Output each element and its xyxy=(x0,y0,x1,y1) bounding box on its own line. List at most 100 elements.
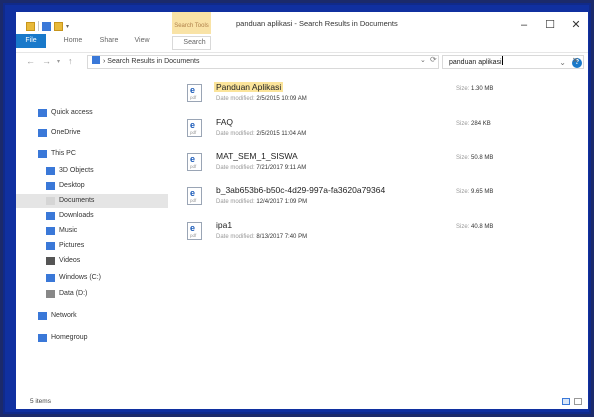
drive-icon xyxy=(46,274,55,282)
explorer-window: ▾ Search Tools panduan aplikasi - Search… xyxy=(16,12,588,409)
customize-dropdown-icon[interactable]: ▾ xyxy=(66,23,69,30)
nav-item-documents[interactable]: Documents xyxy=(16,194,168,208)
forward-arrow-icon[interactable]: → xyxy=(42,56,51,66)
edge-logo-icon: e xyxy=(190,188,196,198)
nav-item-windows-c[interactable]: Windows (C:) xyxy=(16,271,168,285)
nav-item-homegroup[interactable]: Homegroup xyxy=(16,331,168,345)
search-input[interactable]: panduan aplikasi xyxy=(442,55,584,69)
nav-item-label: 3D Objects xyxy=(59,167,94,174)
nav-item-onedrive[interactable]: OneDrive xyxy=(16,126,168,140)
up-arrow-icon[interactable]: ↑ xyxy=(68,56,73,66)
file-date-modified: Date modified: 8/13/2017 7:40 PM xyxy=(216,234,307,240)
file-icon-caption: pdf xyxy=(190,198,197,203)
file-date-modified: Date modified: 2/5/2015 10:09 AM xyxy=(216,96,307,102)
large-icons-view-icon[interactable] xyxy=(574,398,582,405)
address-bar[interactable]: › Search Results in Documents xyxy=(87,55,439,69)
star-icon xyxy=(38,109,47,117)
window-title: panduan aplikasi - Search Results in Doc… xyxy=(236,19,398,28)
search-input-value: panduan aplikasi xyxy=(449,59,502,66)
date-modified-label: Date modified: xyxy=(216,165,255,171)
file-date-modified: Date modified: 2/5/2015 11:04 AM xyxy=(216,131,306,137)
network-icon xyxy=(38,312,47,320)
quick-access-toolbar: ▾ xyxy=(26,20,69,32)
nav-item-music[interactable]: Music xyxy=(16,224,168,238)
file-icon-caption: pdf xyxy=(190,233,197,238)
view-switcher xyxy=(562,398,582,405)
download-icon xyxy=(46,212,55,220)
nav-item-this-pc[interactable]: This PC xyxy=(16,147,168,161)
nav-item-3d-objects[interactable]: 3D Objects xyxy=(16,164,168,178)
nav-item-label: This PC xyxy=(51,150,76,157)
nav-item-quick-access[interactable]: Quick access xyxy=(16,106,168,120)
properties-icon[interactable] xyxy=(42,21,51,31)
new-folder-icon[interactable] xyxy=(54,21,63,31)
pdf-file-icon: e pdf xyxy=(187,187,202,205)
file-name[interactable]: MAT_SEM_1_SISWA xyxy=(216,151,298,161)
details-view-icon[interactable] xyxy=(562,398,570,405)
clear-search-icon[interactable]: ✕ xyxy=(572,56,579,65)
edge-logo-icon: e xyxy=(190,154,196,164)
cube-icon xyxy=(46,167,55,175)
file-name[interactable]: Panduan Aplikasi xyxy=(214,82,284,92)
nav-item-label: Pictures xyxy=(59,242,85,249)
nav-item-pictures[interactable]: Pictures xyxy=(16,239,168,253)
minimize-icon[interactable]: – xyxy=(513,16,535,34)
video-icon xyxy=(46,257,55,265)
nav-item-videos[interactable]: Videos xyxy=(16,254,168,268)
recent-locations-icon[interactable]: ▾ xyxy=(57,58,60,65)
file-row[interactable]: e pdf FAQ Date modified: 2/5/2015 11:04 AM S… xyxy=(181,115,581,145)
ribbon-tabs: File Home Share View Search ⌄ ? xyxy=(16,34,588,68)
nav-item-label: OneDrive xyxy=(51,129,81,136)
nav-item-network[interactable]: Network xyxy=(16,309,168,323)
file-icon-caption: pdf xyxy=(190,130,197,135)
date-modified-value: 2/5/2015 11:04 AM xyxy=(256,131,307,137)
pictures-icon xyxy=(46,242,55,250)
desktop-icon xyxy=(46,182,55,190)
size-value: 50.8 MB xyxy=(471,155,494,161)
nav-item-label: Homegroup xyxy=(51,334,88,341)
nav-item-data-d[interactable]: Data (D:) xyxy=(16,287,168,301)
date-modified-label: Date modified: xyxy=(216,96,255,102)
close-icon[interactable]: ✕ xyxy=(565,16,587,34)
tab-search[interactable]: Search xyxy=(172,36,211,50)
file-size: Size: 284 KB xyxy=(456,121,491,127)
date-modified-value: 2/5/2015 10:09 AM xyxy=(256,96,307,102)
back-arrow-icon[interactable]: ← xyxy=(26,56,35,66)
tab-file[interactable]: File xyxy=(16,34,46,48)
refresh-icon[interactable]: ⟳ xyxy=(430,55,437,64)
nav-item-desktop[interactable]: Desktop xyxy=(16,179,168,193)
document-icon xyxy=(46,197,55,205)
size-value: 9.65 MB xyxy=(471,189,494,195)
folder-icon[interactable] xyxy=(26,21,35,31)
size-label: Size: xyxy=(456,189,470,195)
file-row[interactable]: e pdf ipa1 Date modified: 8/13/2017 7:40 PM… xyxy=(181,218,581,248)
maximize-icon[interactable]: ☐ xyxy=(539,16,561,34)
size-label: Size: xyxy=(456,86,470,92)
drive-icon xyxy=(46,290,55,298)
nav-item-label: Downloads xyxy=(59,212,94,219)
tab-home[interactable]: Home xyxy=(60,34,86,48)
file-size: Size: 9.65 MB xyxy=(456,189,493,195)
file-size: Size: 1.30 MB xyxy=(456,86,493,92)
file-name[interactable]: ipa1 xyxy=(216,220,232,230)
file-name[interactable]: FAQ xyxy=(216,117,233,127)
file-row[interactable]: e pdf MAT_SEM_1_SISWA Date modified: 7/21/2… xyxy=(181,149,581,179)
tab-share[interactable]: Share xyxy=(96,34,122,48)
file-row[interactable]: e pdf b_3ab653b6-b50c-4d29-997a-fa3620a793… xyxy=(181,183,581,213)
file-size: Size: 50.8 MB xyxy=(456,155,493,161)
nav-item-label: Documents xyxy=(59,197,95,204)
edge-logo-icon: e xyxy=(190,120,196,130)
search-results-icon xyxy=(92,56,100,64)
file-icon-caption: pdf xyxy=(190,164,197,169)
address-dropdown-icon[interactable]: ⌄ xyxy=(420,56,426,64)
size-value: 284 KB xyxy=(471,121,491,127)
edge-logo-icon: e xyxy=(190,85,196,95)
file-name[interactable]: b_3ab653b6-b50c-4d29-997a-fa3620a79364 xyxy=(216,185,385,195)
nav-item-downloads[interactable]: Downloads xyxy=(16,209,168,223)
toolbar-divider xyxy=(38,21,39,31)
file-row[interactable]: e pdf Panduan Aplikasi Date modified: 2/5/2… xyxy=(181,80,581,110)
tab-view[interactable]: View xyxy=(129,34,155,48)
pdf-file-icon: e pdf xyxy=(187,119,202,137)
homegroup-icon xyxy=(38,334,47,342)
address-path: Search Results in Documents xyxy=(107,58,200,65)
